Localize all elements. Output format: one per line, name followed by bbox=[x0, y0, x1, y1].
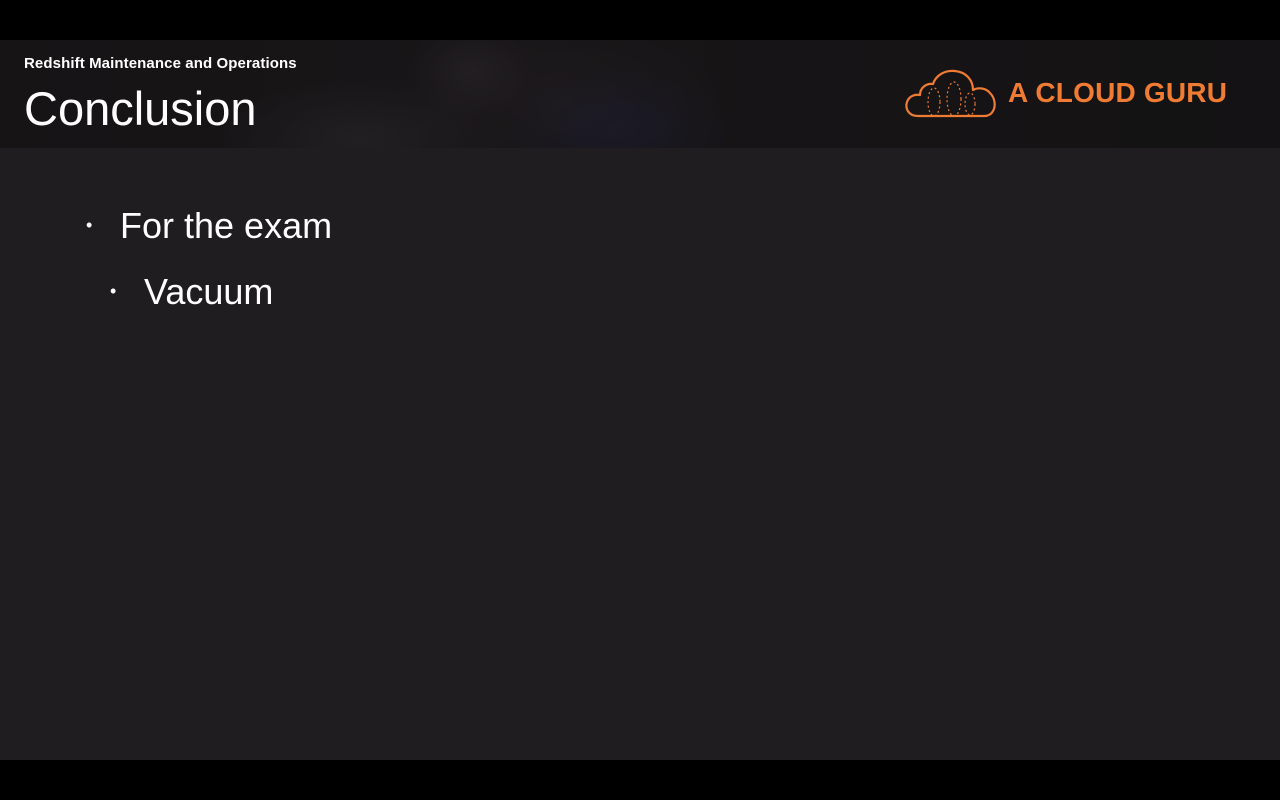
cloud-logo-icon bbox=[905, 69, 996, 118]
letterbox-bottom bbox=[0, 760, 1280, 800]
brand-logo-text: A CLOUD GURU bbox=[1008, 77, 1228, 108]
bullet-text: Vacuum bbox=[144, 271, 274, 312]
bullet-dot: • bbox=[110, 281, 117, 301]
slide-title: Conclusion bbox=[24, 82, 257, 135]
brand-logo: A CLOUD GURU bbox=[904, 66, 1244, 122]
bullet-text: For the exam bbox=[120, 205, 333, 246]
bullet-dot: • bbox=[86, 215, 93, 235]
slide: Redshift Maintenance and Operations Conc… bbox=[0, 40, 1280, 760]
letterbox-top bbox=[0, 0, 1280, 40]
slide-header: Redshift Maintenance and Operations Conc… bbox=[0, 40, 1280, 148]
slide-subtitle: Redshift Maintenance and Operations bbox=[24, 55, 297, 72]
